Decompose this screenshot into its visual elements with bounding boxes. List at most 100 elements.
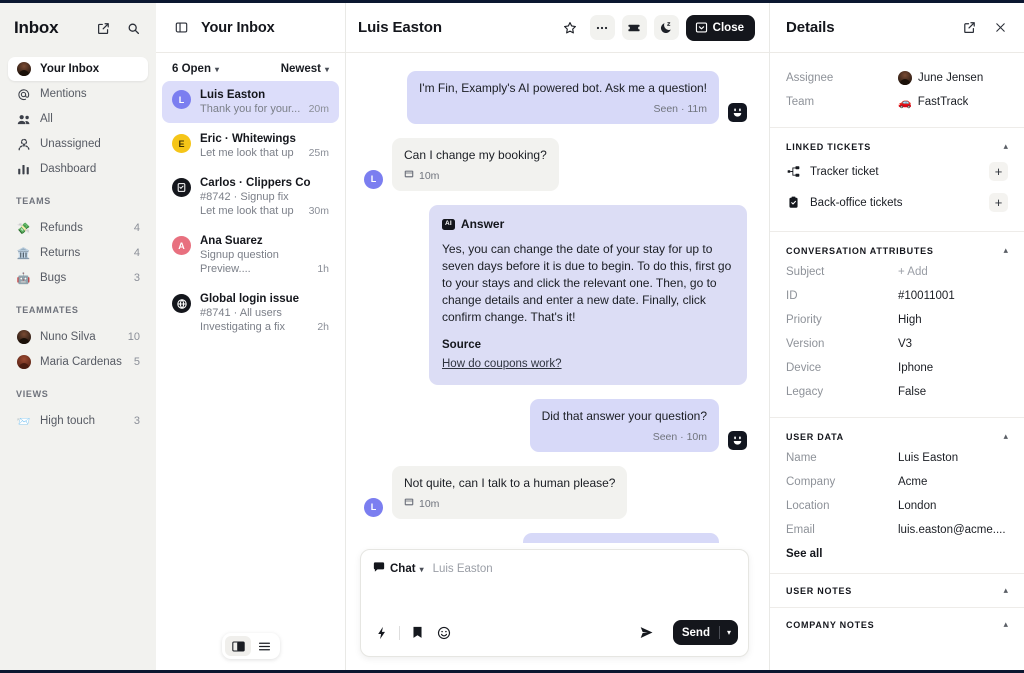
attribute-row-priority[interactable]: Priority High xyxy=(786,308,1008,332)
add-backoffice-ticket-button[interactable]: + xyxy=(989,193,1008,212)
open-external-icon[interactable] xyxy=(958,17,980,39)
channel-icon xyxy=(404,497,414,512)
user-row-name[interactable]: Name Luis Easton xyxy=(786,446,1008,470)
detail-value[interactable]: + Add xyxy=(898,266,1008,278)
sidebar-item-your-inbox[interactable]: Your Inbox xyxy=(8,57,148,81)
envelope-emoji-icon: 📨 xyxy=(16,414,31,429)
sidebar-item-dashboard[interactable]: Dashboard xyxy=(8,157,148,181)
ai-source-link[interactable]: How do coupons work? xyxy=(442,356,562,372)
chevron-up-icon[interactable]: ▴ xyxy=(1003,585,1008,596)
chevron-up-icon[interactable]: ▴ xyxy=(1003,141,1008,152)
lightning-icon[interactable] xyxy=(373,624,390,641)
avatar: A xyxy=(172,236,191,255)
list-item[interactable]: E Eric · Whitewings Let me look that up … xyxy=(162,125,339,167)
detail-value: #10011001 xyxy=(898,290,1008,302)
panel-toggle-icon[interactable] xyxy=(170,17,192,39)
list-item-name: Global login issue xyxy=(200,293,329,305)
section-header[interactable]: USER NOTES ▴ xyxy=(786,585,1008,596)
list-item[interactable]: Global login issue #8741 · All users Inv… xyxy=(162,285,339,341)
saved-reply-icon[interactable] xyxy=(409,624,426,641)
composer-header: Chat ▾ Luis Easton xyxy=(361,550,748,578)
conversation-list-title: Your Inbox xyxy=(201,20,275,36)
user-row-company[interactable]: Company Acme xyxy=(786,470,1008,494)
section-header[interactable]: COMPANY NOTES ▴ xyxy=(786,619,1008,630)
list-item-preview: Let me look that up xyxy=(200,147,303,159)
filter-sort-dropdown[interactable]: Newest ▾ xyxy=(281,63,329,75)
emoji-icon[interactable] xyxy=(435,624,452,641)
user-row-location[interactable]: Location London xyxy=(786,494,1008,518)
chevron-down-icon[interactable]: ▾ xyxy=(720,628,738,637)
detail-value: London xyxy=(898,500,1008,512)
sidebar-item-returns[interactable]: 🏛️ Returns 4 xyxy=(8,241,148,265)
chevron-up-icon[interactable]: ▴ xyxy=(1003,245,1008,256)
linked-ticket-label: Tracker ticket xyxy=(810,166,980,178)
sidebar-item-label: Bugs xyxy=(40,272,125,284)
conversation-list-panel: Your Inbox 6 Open ▾ Newest ▾ L Luis East… xyxy=(156,0,346,673)
ticket-icon[interactable] xyxy=(622,15,647,40)
linked-ticket-row[interactable]: Tracker ticket + xyxy=(786,156,1008,187)
section-header[interactable]: USER DATA ▴ xyxy=(786,431,1008,442)
attribute-row-legacy[interactable]: Legacy False xyxy=(786,380,1008,404)
detail-value: High xyxy=(898,314,1008,326)
star-icon[interactable] xyxy=(558,15,583,40)
more-icon[interactable] xyxy=(590,15,615,40)
search-icon[interactable] xyxy=(122,17,144,39)
list-item[interactable]: A Ana Suarez Signup question Preview....… xyxy=(162,227,339,283)
sidebar-title: Inbox xyxy=(14,18,84,38)
attribute-row-device[interactable]: Device Iphone xyxy=(786,356,1008,380)
detail-row-team[interactable]: Team 🚗 FastTrack xyxy=(786,90,1008,114)
detail-key: Legacy xyxy=(786,386,898,398)
composer-channel-dropdown[interactable]: Chat ▾ xyxy=(390,563,424,575)
message-meta: Seen · 11m xyxy=(419,102,707,117)
sidebar-item-mentions[interactable]: Mentions xyxy=(8,82,148,106)
sidebar-item-refunds[interactable]: 💸 Refunds 4 xyxy=(8,216,148,240)
sidebar-item-label: Unassigned xyxy=(40,138,140,150)
detail-value: FastTrack xyxy=(918,96,969,108)
sidebar-item-bugs[interactable]: 🤖 Bugs 3 xyxy=(8,266,148,290)
chevron-up-icon[interactable]: ▴ xyxy=(1003,431,1008,442)
filter-status-dropdown[interactable]: 6 Open ▾ xyxy=(172,63,219,75)
sidebar-section-teams: TEAMS xyxy=(0,182,156,212)
linked-ticket-row[interactable]: Back-office tickets + xyxy=(786,187,1008,218)
composer[interactable]: Chat ▾ Luis Easton xyxy=(360,549,749,657)
compose-icon[interactable] xyxy=(92,17,114,39)
attribute-row-id[interactable]: ID #10011001 xyxy=(786,284,1008,308)
split-view-icon[interactable] xyxy=(225,636,251,656)
sidebar-item-label: Your Inbox xyxy=(40,63,140,75)
detail-key: Email xyxy=(786,524,898,536)
detail-value: luis.easton@acme.... xyxy=(898,524,1008,536)
detail-key: Priority xyxy=(786,314,898,326)
user-row-email[interactable]: Email luis.easton@acme.... xyxy=(786,518,1008,542)
sidebar-item-high-touch[interactable]: 📨 High touch 3 xyxy=(8,409,148,433)
detail-row-assignee[interactable]: Assignee June Jensen xyxy=(786,66,1008,90)
message-bubble: I'm Fin, Examply's AI powered bot. Ask m… xyxy=(407,71,719,124)
list-item-subtitle: Signup question xyxy=(200,249,329,261)
sidebar-item-nuno-silva[interactable]: Nuno Silva 10 xyxy=(8,325,148,349)
sidebar-item-maria-cardenas[interactable]: Maria Cardenas 5 xyxy=(8,350,148,374)
ai-answer-card: AI Answer Yes, you can change the date o… xyxy=(429,205,747,385)
see-all-button[interactable]: See all xyxy=(786,548,1008,560)
message-row: Passing you to the team now 😊 Seen · 11m xyxy=(364,533,747,543)
sidebar-item-all[interactable]: All xyxy=(8,107,148,131)
snooze-icon[interactable] xyxy=(654,15,679,40)
message-bubble: Did that answer your question? Seen · 10… xyxy=(530,399,719,452)
send-button[interactable]: Send ▾ xyxy=(673,620,738,645)
list-item[interactable]: Carlos · Clippers Co #8742 · Signup fix … xyxy=(162,169,339,225)
detail-key: Assignee xyxy=(786,72,898,84)
list-item[interactable]: L Luis Easton Thank you for your... 20m xyxy=(162,81,339,123)
chevron-up-icon[interactable]: ▴ xyxy=(1003,619,1008,630)
attribute-row-version[interactable]: Version V3 xyxy=(786,332,1008,356)
sidebar-item-count: 4 xyxy=(134,247,140,259)
add-tracker-ticket-button[interactable]: + xyxy=(989,162,1008,181)
close-button[interactable]: Close xyxy=(686,15,755,41)
send-arrow-icon[interactable] xyxy=(638,624,655,641)
attribute-row-subject[interactable]: Subject + Add xyxy=(786,260,1008,284)
robot-emoji-icon: 🤖 xyxy=(16,271,31,286)
composer-input[interactable] xyxy=(361,578,748,620)
close-icon[interactable] xyxy=(989,17,1011,39)
sidebar-item-unassigned[interactable]: Unassigned xyxy=(8,132,148,156)
list-view-icon[interactable] xyxy=(251,636,277,656)
section-header[interactable]: LINKED TICKETS ▴ xyxy=(786,141,1008,152)
section-header[interactable]: CONVERSATION ATTRIBUTES ▴ xyxy=(786,245,1008,256)
chevron-down-icon: ▾ xyxy=(420,565,424,574)
